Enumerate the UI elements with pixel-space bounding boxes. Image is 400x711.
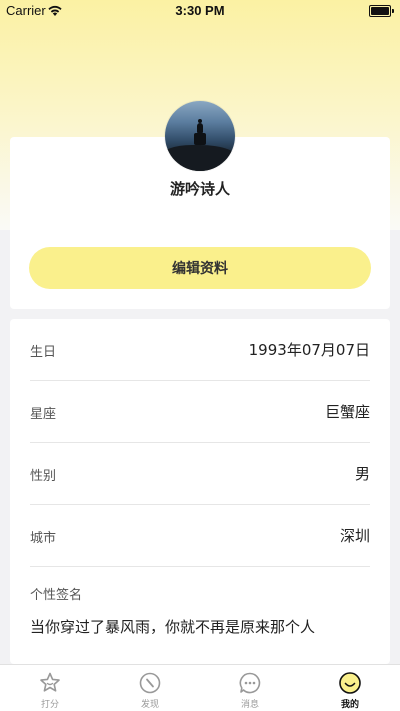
zodiac-label: 星座 (30, 407, 57, 422)
birthday-label: 生日 (30, 345, 57, 360)
compass-icon (139, 672, 161, 694)
info-row-birthday[interactable]: 生日 1993年07月07日 (30, 319, 370, 381)
info-row-city[interactable]: 城市 深圳 (30, 505, 370, 567)
avatar[interactable] (165, 101, 235, 171)
tab-discover[interactable]: 发现 (100, 665, 200, 711)
tab-mine-label: 我的 (340, 700, 359, 710)
info-row-zodiac[interactable]: 星座 巨蟹座 (30, 381, 370, 443)
birthday-value: 1993年07月07日 (248, 341, 370, 359)
tab-rate[interactable]: 打分 (0, 665, 100, 711)
status-time: 3:30 PM (175, 3, 225, 18)
avatar-rock (165, 145, 235, 171)
edit-profile-button[interactable]: 编辑资料 (29, 247, 371, 289)
star-icon (40, 672, 60, 692)
signature-text[interactable]: 当你穿过了暴风雨，你就不再是原来那个人 (30, 616, 315, 637)
city-value: 深圳 (339, 527, 370, 545)
battery-icon (369, 5, 394, 17)
chat-bubble-icon (239, 672, 261, 694)
tab-bar: 打分 发现 消息 我的 (0, 664, 400, 711)
tab-mine[interactable]: 我的 (300, 665, 400, 711)
zodiac-value: 巨蟹座 (324, 403, 370, 421)
info-row-gender[interactable]: 性别 男 (30, 443, 370, 505)
info-card: 生日 1993年07月07日 星座 巨蟹座 性别 男 城市 深圳 个性签名 当你… (10, 319, 390, 664)
city-label: 城市 (30, 531, 57, 546)
status-bar: Carrier 3:30 PM (0, 0, 400, 22)
tab-messages-label: 消息 (240, 700, 259, 710)
smiley-face-icon (339, 672, 361, 694)
gender-label: 性别 (30, 469, 57, 484)
signature-label: 个性签名 (30, 588, 83, 603)
gender-value: 男 (354, 465, 370, 483)
tab-rate-label: 打分 (40, 700, 59, 710)
avatar-person (194, 119, 206, 145)
username: 游吟诗人 (169, 180, 230, 198)
tab-discover-label: 发现 (140, 700, 159, 710)
tab-messages[interactable]: 消息 (200, 665, 300, 711)
